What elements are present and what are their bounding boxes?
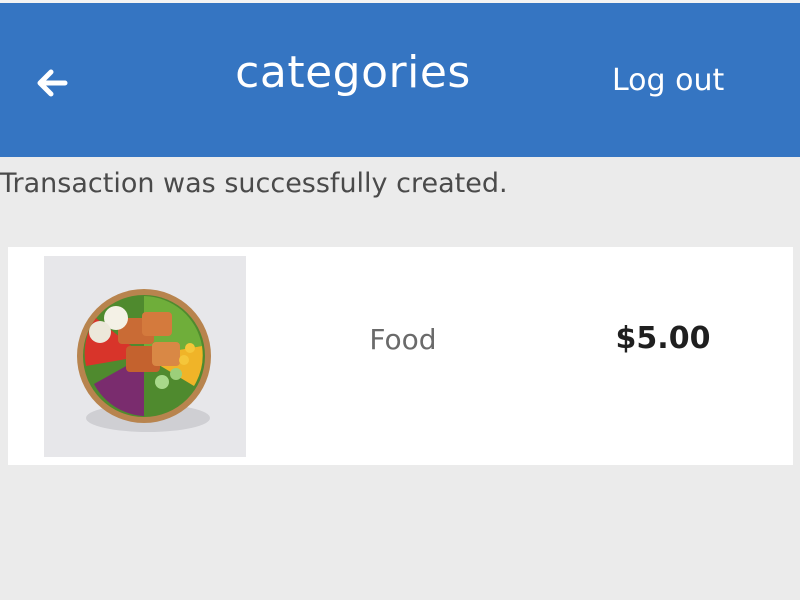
page-title: categories bbox=[235, 47, 471, 98]
transaction-category: Food bbox=[369, 323, 437, 356]
logout-button[interactable]: Log out bbox=[612, 63, 744, 98]
success-notice: Transaction was successfully created. bbox=[0, 168, 508, 199]
salad-bowl-image bbox=[44, 256, 246, 457]
transaction-amount: $5.00 bbox=[615, 321, 711, 356]
transaction-card[interactable]: Food $5.00 bbox=[8, 247, 793, 465]
app-header: categories Log out bbox=[0, 3, 800, 157]
